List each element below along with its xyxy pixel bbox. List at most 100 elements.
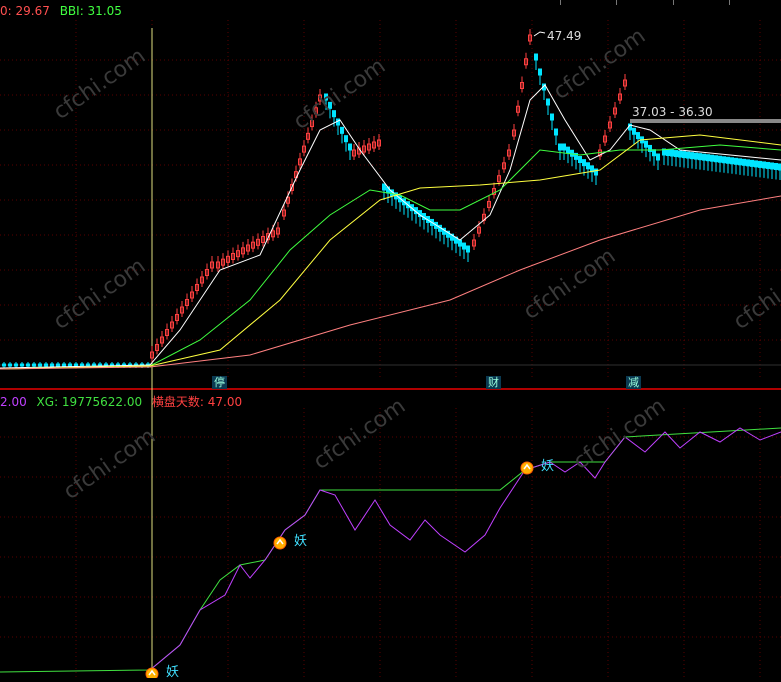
ma5-line [0,85,781,368]
candle-body [767,162,770,168]
watermark-text: cfchi.com [569,394,670,475]
candle-body [467,246,470,252]
ma20-line [0,145,781,369]
watermark-text: cfchi.com [729,254,781,335]
candle-body [51,364,54,366]
candle-body [719,156,722,162]
range-label: 37.03 - 36.30 [632,105,713,119]
watermark-text: cfchi.com [309,394,410,475]
candle-body [69,364,72,366]
xg-value: XG: 19775622.00 [37,395,143,409]
candle-body [739,159,742,165]
candle-body [555,129,558,135]
signal-label: 妖 [294,534,307,549]
candle-body [763,162,766,168]
toolbar-tab-1[interactable] [560,0,612,5]
high-price-label: 47.49 [547,29,581,43]
toolbar-strip[interactable] [560,0,781,5]
candle-body [751,160,754,166]
candle-body [39,364,42,366]
candle-body [723,157,726,163]
candle-body [657,154,660,160]
candle-body [75,364,78,366]
candle-body [571,150,574,156]
signal-marker [146,668,158,678]
ma10-line [0,135,781,369]
kline-chart[interactable]: 47.4937.03 - 36.30妖妖妖cfchi.comcfchi.comc… [0,0,781,678]
watermark-text: cfchi.com [49,44,150,125]
candle-body [3,364,6,366]
candle-body [579,157,582,163]
candle-body [27,364,30,366]
lower-prefix-value: 2.00 [0,395,27,409]
ma-value: 0: 29.67 [0,4,50,18]
candle-body [33,364,36,366]
chart-stage[interactable]: 47.4937.03 - 36.30妖妖妖cfchi.comcfchi.comc… [0,0,781,678]
candle-body [715,156,718,162]
hp-days-value: 横盘天数: 47.00 [152,395,242,409]
high-price-pointer [534,32,545,36]
candle-body [695,153,698,159]
candle-body [691,153,694,159]
candle-body [349,144,352,150]
lower-indicator-header: 2.00 XG: 19775622.00 横盘天数: 47.00 [0,393,248,410]
candle-body [559,144,562,150]
candle-body [645,141,648,147]
candle-body [755,161,758,167]
candle-body [567,147,570,153]
candle-body [383,184,386,190]
candle-body [735,158,738,164]
candle-body [57,364,60,366]
candle-body [87,364,90,366]
candle-body [703,154,706,160]
toolbar-tab-2[interactable] [616,0,668,5]
watermark-text: cfchi.com [49,254,150,335]
candle-body [747,160,750,166]
toolbar-tab-4[interactable] [729,0,781,5]
upper-indicator-header: 0: 29.67 BBI: 31.05 [0,4,128,18]
candle-body [771,163,774,169]
candle-body [675,151,678,157]
candle-body [679,151,682,157]
candle-body [63,364,66,366]
candle-body [81,364,84,366]
candle-body [667,150,670,156]
event-tag-reduce[interactable]: 减 [626,376,641,389]
candle-body [727,157,730,163]
candle-body [535,54,538,60]
candle-body [637,133,640,139]
watermark-text: cfchi.com [519,244,620,325]
signal-label: 妖 [541,459,554,474]
candle-body [671,150,674,156]
bbi-value: BBI: 31.05 [60,4,122,18]
candle-body [9,364,12,366]
candle-body [595,169,598,175]
signal-label: 妖 [166,665,179,678]
candle-body [563,144,566,150]
candle-body [583,160,586,166]
candle-body [539,69,542,75]
range-bar [630,119,781,123]
candle-body [711,155,714,161]
toolbar-tab-3[interactable] [673,0,725,5]
hp-purple-line [150,428,781,670]
candle-body [587,163,590,169]
event-tag-finance[interactable]: 财 [486,376,501,389]
candle-body [683,152,686,158]
candle-body [463,243,466,249]
candle-body [699,154,702,160]
candle-body [775,163,778,169]
candle-body [633,128,636,134]
candle-body [707,155,710,161]
candle-body [653,150,656,156]
candle-body [459,240,462,246]
watermark-text: cfchi.com [59,424,160,505]
candle-body [551,114,554,120]
candle-body [731,158,734,164]
candle-body [341,127,344,133]
candle-body [345,136,348,142]
event-tag-suspend[interactable]: 停 [212,376,227,389]
candle-body [15,364,18,366]
candle-body [45,364,48,366]
candle-body [687,152,690,158]
